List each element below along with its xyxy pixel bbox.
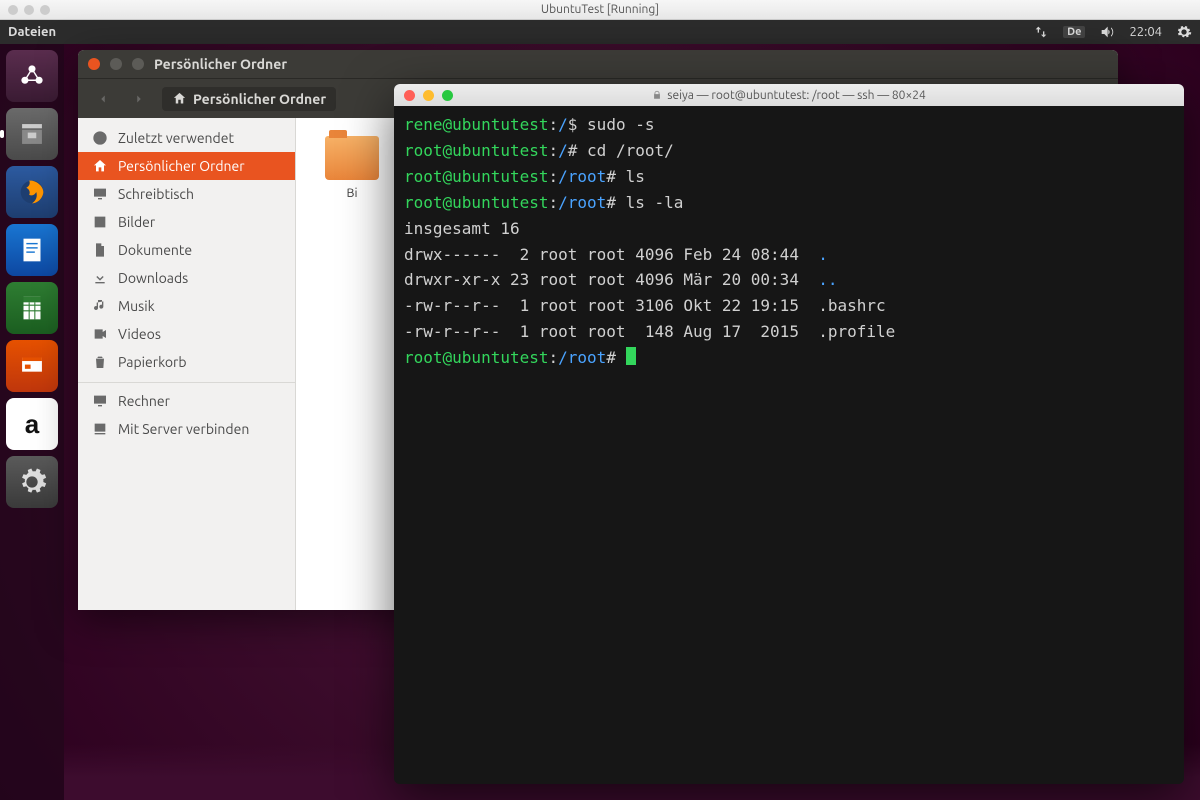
network-icon [92,421,108,437]
desktop[interactable]: a Persönlicher Ordner Persönlicher Ordne… [0,44,1200,800]
sidebar-item-label: Dokumente [118,242,192,258]
terminal-titlebar[interactable]: seiya — root@ubuntutest: /root — ssh — 8… [394,84,1184,106]
folder-icon [325,136,379,180]
back-button[interactable] [90,86,116,112]
sidebar-item-pictures[interactable]: Bilder [78,208,295,236]
clock-icon [92,130,108,146]
maximize-icon[interactable] [132,58,144,70]
vm-host-title: UbuntuTest [Running] [0,3,1200,16]
folder-item[interactable]: Bi [316,136,388,200]
sidebar-item-label: Musik [118,298,155,314]
pictures-icon [92,214,108,230]
unity-launcher: a [0,44,64,800]
breadcrumb-label: Persönlicher Ordner [193,91,326,107]
folder-label: Bi [316,186,388,200]
trash-icon [92,354,108,370]
top-panel: Dateien De 22:04 [0,20,1200,44]
sidebar-item-label: Schreibtisch [118,186,194,202]
launcher-impress[interactable] [6,340,58,392]
downloads-icon [92,270,108,286]
forward-button[interactable] [126,86,152,112]
sidebar-item-desktop[interactable]: Schreibtisch [78,180,295,208]
panel-app-name[interactable]: Dateien [8,25,56,39]
sidebar-item-label: Mit Server verbinden [118,421,249,437]
sidebar-item-label: Persönlicher Ordner [118,158,245,174]
home-icon [172,91,187,106]
host-min-icon[interactable] [24,5,34,15]
sidebar-item-trash[interactable]: Papierkorb [78,348,295,376]
sidebar-item-network[interactable]: Mit Server verbinden [78,415,295,443]
host-max-icon[interactable] [40,5,50,15]
sidebar-item-label: Downloads [118,270,188,286]
documents-icon [92,242,108,258]
network-icon[interactable] [1033,24,1049,40]
breadcrumb[interactable]: Persönlicher Ordner [162,87,336,111]
launcher-calc[interactable] [6,282,58,334]
terminal-body[interactable]: rene@ubuntutest:/$ sudo -s root@ubuntute… [394,106,1184,784]
launcher-files[interactable] [6,108,58,160]
files-sidebar: Zuletzt verwendet Persönlicher Ordner Schr… [78,118,296,610]
files-titlebar[interactable]: Persönlicher Ordner [78,50,1118,78]
term-min-icon[interactable] [423,90,434,101]
videos-icon [92,326,108,342]
home-icon [92,158,108,174]
close-icon[interactable] [88,58,100,70]
host-close-icon[interactable] [8,5,18,15]
sidebar-item-label: Zuletzt verwendet [118,130,234,146]
launcher-firefox[interactable] [6,166,58,218]
sidebar-item-home[interactable]: Persönlicher Ordner [78,152,295,180]
sidebar-item-label: Rechner [118,393,170,409]
sidebar-item-videos[interactable]: Videos [78,320,295,348]
vm-host-titlebar: UbuntuTest [Running] [0,0,1200,20]
sidebar-item-downloads[interactable]: Downloads [78,264,295,292]
terminal-title: seiya — root@ubuntutest: /root — ssh — 8… [667,89,926,102]
sidebar-item-clock[interactable]: Zuletzt verwendet [78,124,295,152]
keyboard-lang-indicator[interactable]: De [1063,26,1085,38]
computer-icon [92,393,108,409]
gear-icon[interactable] [1176,24,1192,40]
sidebar-item-label: Bilder [118,214,155,230]
music-icon [92,298,108,314]
sidebar-item-label: Videos [118,326,161,342]
term-max-icon[interactable] [442,90,453,101]
launcher-amazon[interactable]: a [6,398,58,450]
files-title: Persönlicher Ordner [154,56,287,72]
term-close-icon[interactable] [404,90,415,101]
launcher-dash[interactable] [6,50,58,102]
launcher-settings[interactable] [6,456,58,508]
lock-icon [652,90,662,100]
sidebar-item-computer[interactable]: Rechner [78,382,295,415]
sidebar-item-label: Papierkorb [118,354,187,370]
desktop-icon [92,186,108,202]
terminal-window[interactable]: seiya — root@ubuntutest: /root — ssh — 8… [394,84,1184,784]
minimize-icon[interactable] [110,58,122,70]
terminal-cursor [626,347,636,365]
volume-icon[interactable] [1099,24,1115,40]
sidebar-item-music[interactable]: Musik [78,292,295,320]
sidebar-item-documents[interactable]: Dokumente [78,236,295,264]
panel-clock[interactable]: 22:04 [1129,25,1162,39]
launcher-writer[interactable] [6,224,58,276]
